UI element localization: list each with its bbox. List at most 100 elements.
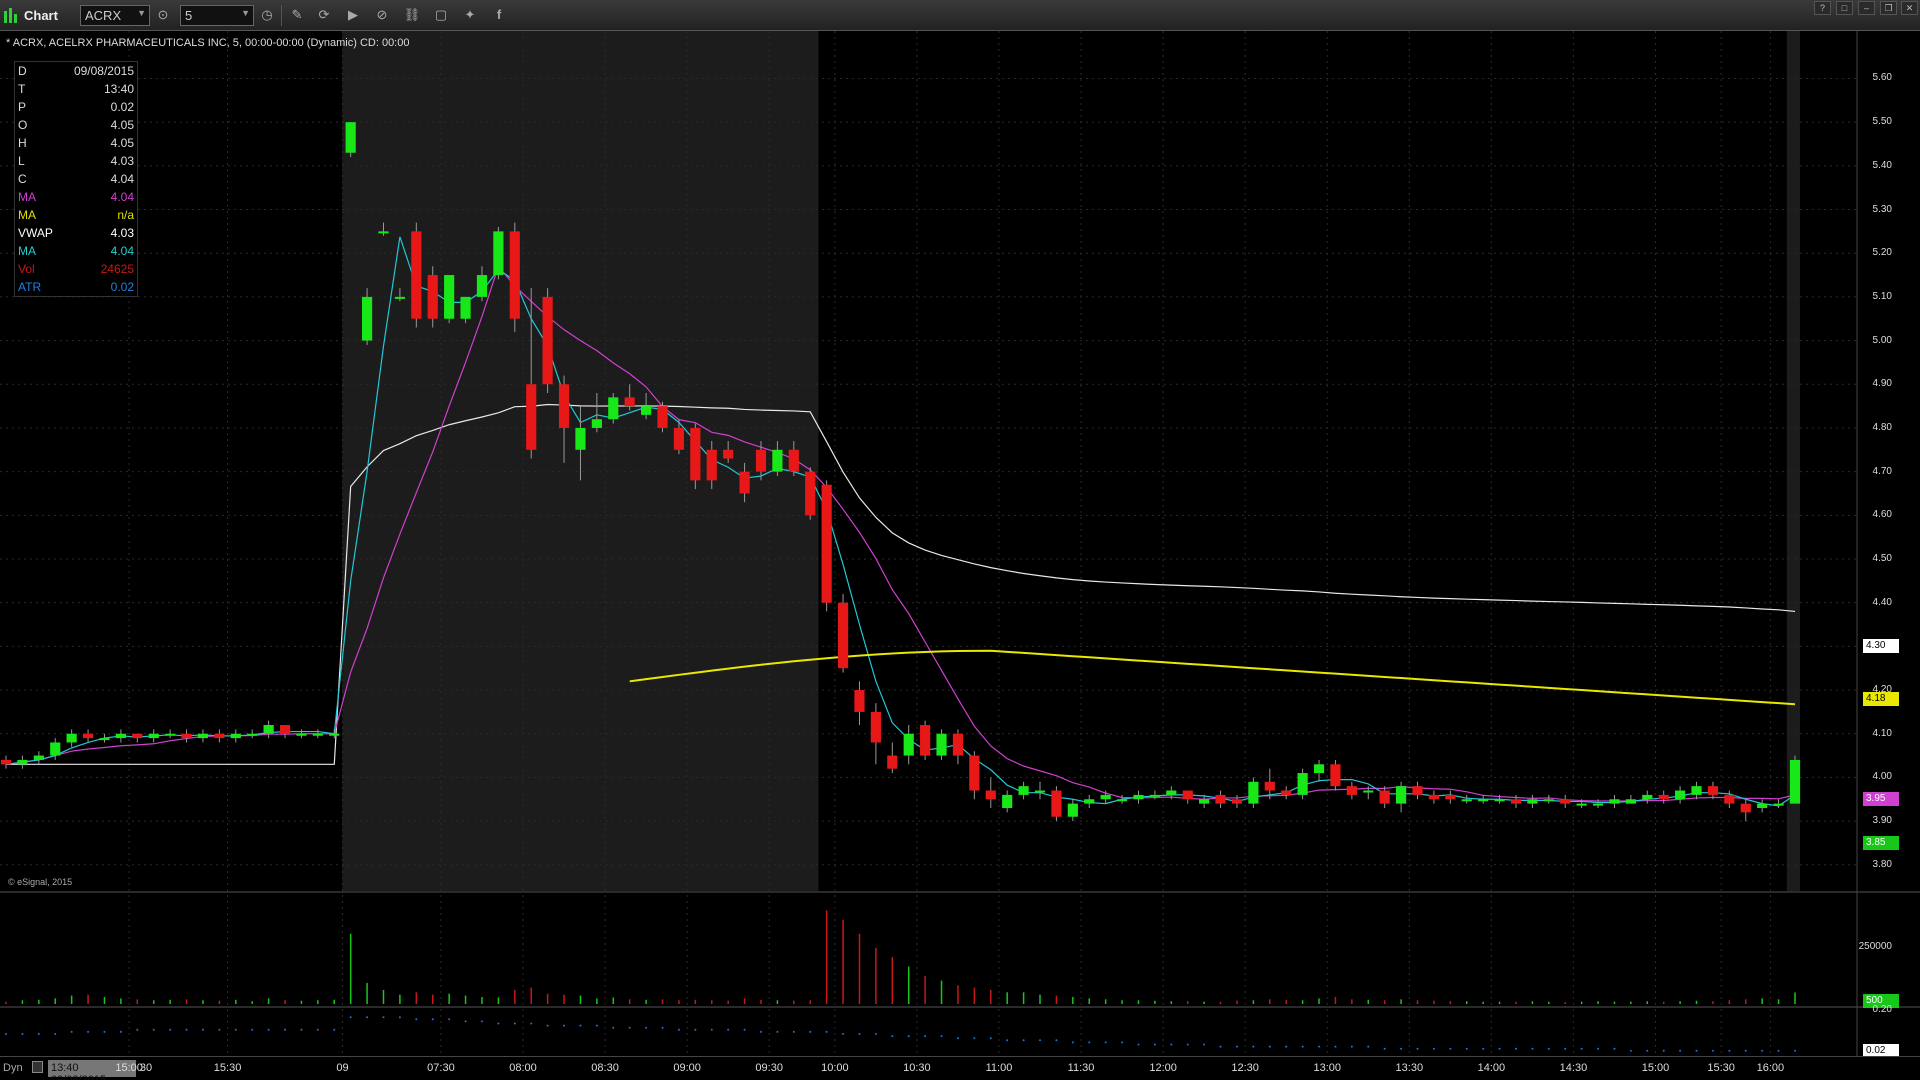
- atr-dot: [497, 1022, 500, 1025]
- candle: [1757, 803, 1768, 808]
- data-window-key: MA: [18, 190, 36, 204]
- candle: [936, 733, 947, 756]
- candle: [1149, 794, 1160, 797]
- atr-dot: [1613, 1047, 1616, 1050]
- zoom-icon[interactable]: ⊘: [373, 6, 391, 24]
- help-icon[interactable]: ?: [1814, 1, 1831, 15]
- price-tag: 4.30: [1863, 639, 1899, 654]
- draw-pencil-icon[interactable]: ✎: [288, 6, 306, 24]
- atr-dot: [349, 1016, 352, 1019]
- maximize-icon[interactable]: ❐: [1880, 1, 1897, 15]
- atr-dot: [464, 1020, 467, 1023]
- data-window-row: Vol 24625: [15, 260, 137, 278]
- facebook-icon[interactable]: f: [490, 6, 508, 24]
- price-label: 4.00: [1872, 771, 1892, 783]
- candle: [1297, 773, 1308, 795]
- atr-dot: [628, 1026, 631, 1029]
- atr-dot: [136, 1028, 139, 1031]
- candle: [279, 725, 291, 734]
- symbol-input[interactable]: ACRX ▼: [80, 5, 150, 26]
- atr-dot: [973, 1037, 976, 1040]
- chat-icon[interactable]: ▢: [432, 6, 450, 24]
- atr-dot: [579, 1024, 582, 1027]
- refresh-icon[interactable]: ⟳: [315, 6, 333, 24]
- atr-dot: [87, 1030, 90, 1033]
- candle: [1773, 803, 1784, 806]
- atr-dot: [152, 1028, 155, 1031]
- atr-dot: [874, 1033, 877, 1035]
- atr-dot: [103, 1030, 106, 1033]
- candle: [1543, 799, 1554, 802]
- minimize-icon[interactable]: –: [1858, 1, 1875, 15]
- atr-dot: [382, 1016, 385, 1019]
- atr-dot: [710, 1028, 713, 1031]
- candle: [509, 231, 520, 319]
- price-label: 5.10: [1872, 290, 1892, 302]
- candle: [378, 231, 389, 234]
- atr-dot: [1580, 1047, 1583, 1050]
- candle: [1510, 799, 1522, 804]
- atr-dot: [1679, 1049, 1682, 1052]
- candle: [1363, 790, 1374, 793]
- data-window-value: 4.04: [110, 190, 134, 204]
- price-chart[interactable]: [0, 31, 1920, 1056]
- atr-dot: [858, 1033, 861, 1035]
- candle: [526, 384, 537, 450]
- atr-dot: [792, 1030, 795, 1033]
- time-label: 16:00: [1756, 1062, 1785, 1074]
- candle: [1428, 794, 1440, 800]
- candle: [345, 122, 356, 153]
- data-window-value: 0.02: [110, 280, 134, 294]
- atr-dot: [201, 1028, 204, 1031]
- candle: [1412, 786, 1423, 795]
- candle: [805, 471, 816, 516]
- close-icon[interactable]: ✕: [1901, 1, 1918, 15]
- candle: [1494, 799, 1505, 802]
- candle: [591, 419, 602, 428]
- candle: [1789, 759, 1801, 804]
- interval-input[interactable]: 5 ▼: [180, 5, 254, 26]
- dyn-mode[interactable]: Dyn: [3, 1062, 23, 1074]
- atr-dot: [1006, 1039, 1009, 1042]
- candle: [1002, 794, 1013, 808]
- restore-icon[interactable]: □: [1836, 1, 1853, 15]
- atr-dot: [1186, 1043, 1189, 1046]
- data-window-value: 4.03: [110, 226, 134, 240]
- link-icon[interactable]: ⛓: [403, 6, 421, 24]
- calendar-icon[interactable]: [32, 1061, 43, 1073]
- data-window-key: MA: [18, 244, 36, 258]
- atr-dot: [842, 1033, 845, 1035]
- symbol-search-icon[interactable]: ⊙: [154, 6, 172, 24]
- data-window-value: 13:40: [103, 82, 134, 96]
- atr-dot: [595, 1024, 598, 1027]
- atr-dot: [1514, 1047, 1517, 1050]
- data-window-value: 0.02: [110, 100, 134, 114]
- interval-dropdown-icon[interactable]: ▼: [241, 8, 250, 18]
- price-label: 5.20: [1872, 247, 1892, 259]
- candle: [854, 690, 865, 712]
- candle: [1691, 786, 1702, 795]
- candle: [1592, 803, 1604, 806]
- price-label: 4.60: [1872, 509, 1892, 521]
- atr-dot: [727, 1028, 730, 1031]
- window-title: Chart: [24, 8, 58, 23]
- time-label: 11:30: [1067, 1062, 1095, 1074]
- data-window-key: O: [18, 118, 28, 132]
- price-label: 3.80: [1872, 858, 1892, 870]
- data-window-value: 4.03: [110, 154, 134, 168]
- candle: [427, 275, 438, 319]
- data-window-key: MA: [18, 208, 36, 222]
- candle: [1084, 799, 1095, 804]
- symbol-dropdown-icon[interactable]: ▼: [137, 8, 146, 18]
- price-label: 5.00: [1872, 334, 1892, 346]
- atr-dot: [316, 1028, 319, 1031]
- atr-dot: [612, 1026, 615, 1029]
- candle: [1642, 794, 1653, 800]
- play-icon[interactable]: ▶: [344, 6, 362, 24]
- twitter-icon[interactable]: ✦: [461, 6, 479, 24]
- interval-clock-icon[interactable]: ◷: [258, 6, 276, 24]
- atr-dot: [1301, 1045, 1304, 1048]
- data-window-row: VWAP 4.03: [15, 224, 137, 242]
- atr-dot: [563, 1024, 566, 1027]
- atr-dot: [1383, 1047, 1386, 1050]
